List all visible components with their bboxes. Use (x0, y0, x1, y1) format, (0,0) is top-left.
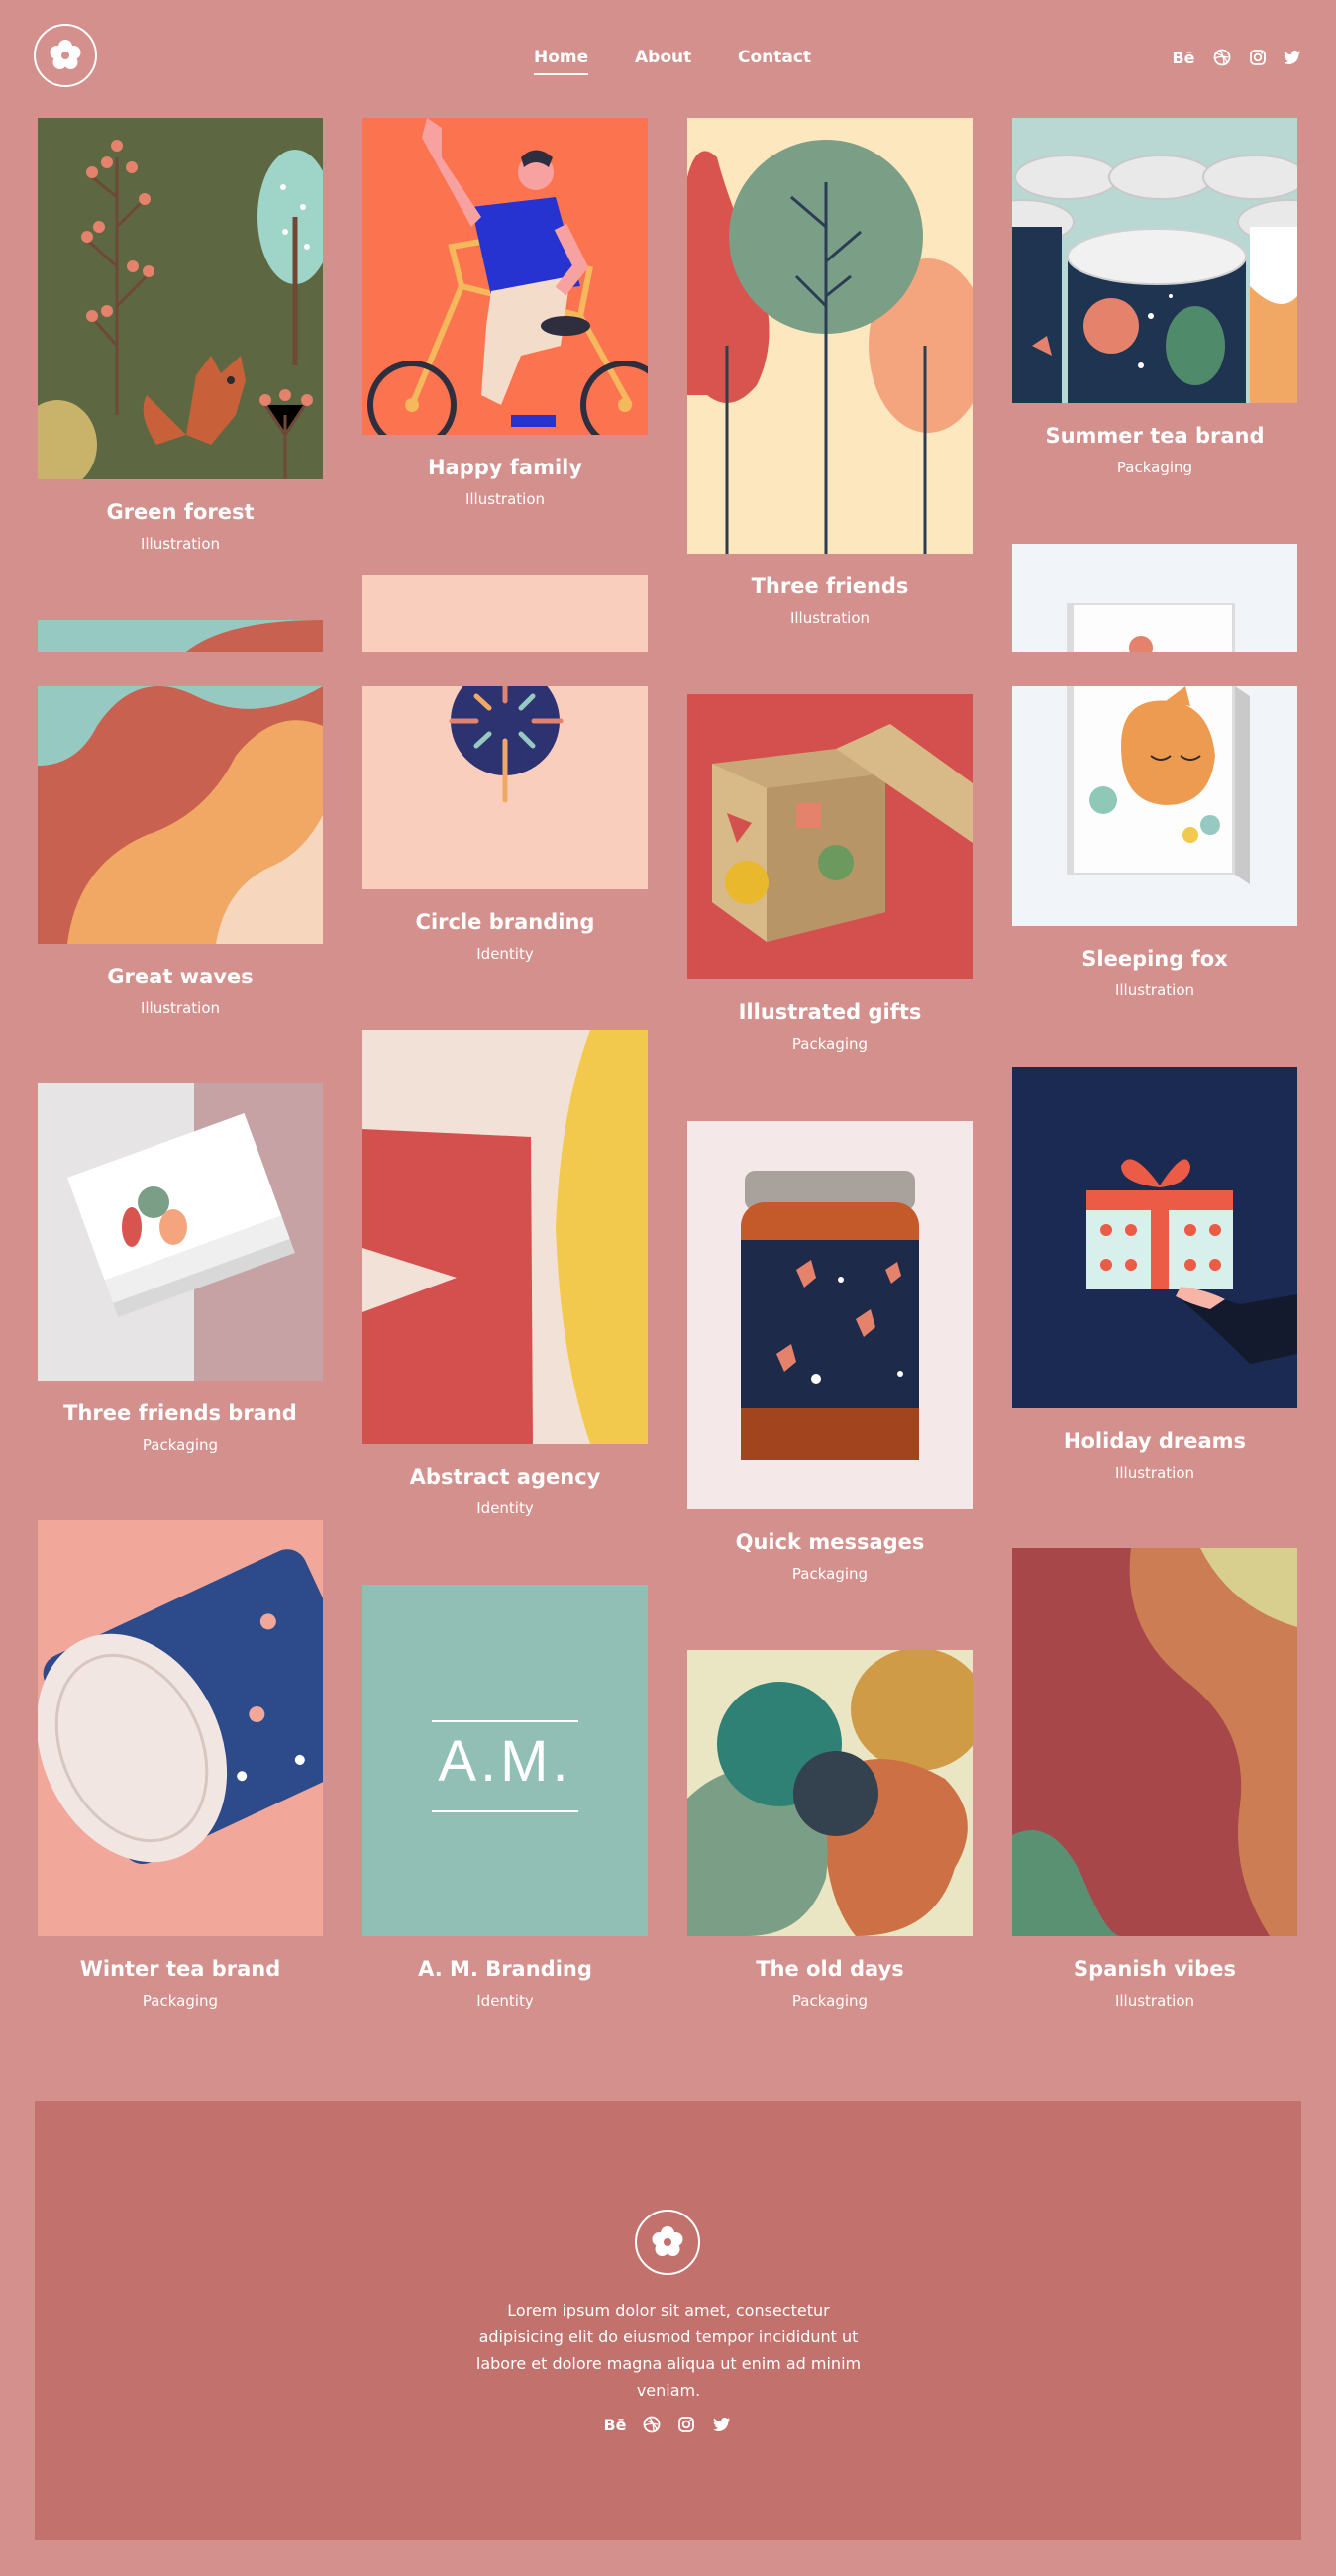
card-category: Illustration (1114, 1992, 1195, 2009)
abstract-agency-image[interactable] (362, 1030, 648, 1444)
card-category: Illustration (140, 535, 221, 553)
summer-tea-brand-image[interactable] (1012, 118, 1297, 403)
green-forest-image[interactable] (38, 118, 323, 479)
nav-about-link[interactable]: About (635, 48, 691, 67)
card-category: Illustration (1114, 981, 1195, 999)
card-title[interactable]: Summer tea brand (1012, 424, 1297, 448)
happy-family-image[interactable] (362, 118, 648, 435)
card-category: Packaging (142, 1992, 219, 2009)
card-title[interactable]: Happy family (362, 456, 648, 479)
circle-branding-image[interactable] (362, 686, 648, 889)
winter-tea-brand-image[interactable] (38, 1520, 323, 1936)
card-title[interactable]: Illustrated gifts (687, 1000, 973, 1024)
quick-messages-image[interactable] (687, 1121, 973, 1509)
card-title[interactable]: Holiday dreams (1012, 1429, 1297, 1453)
card-category: Illustration (140, 999, 221, 1017)
card-title[interactable]: Circle branding (362, 910, 648, 934)
card-category: Packaging (791, 1992, 869, 2009)
footer-twitter-icon[interactable] (710, 2413, 734, 2436)
card-title[interactable]: Quick messages (687, 1530, 973, 1554)
nav-contact-link[interactable]: Contact (738, 48, 811, 67)
footer-description: Lorem ipsum dolor sit amet, consectetur … (475, 2301, 862, 2400)
three-friends-brand-image[interactable] (38, 1083, 323, 1381)
card-category: Packaging (791, 1035, 869, 1053)
card-category: Illustration (464, 490, 546, 508)
instagram-icon[interactable] (1246, 46, 1270, 69)
twitter-icon[interactable] (1281, 46, 1304, 69)
sleeping-fox-image-top[interactable] (1012, 544, 1297, 652)
great-waves-image[interactable] (38, 686, 323, 944)
holiday-dreams-image[interactable] (1012, 1067, 1297, 1408)
nav-home-link[interactable]: Home (534, 48, 589, 75)
card-category: Identity (476, 1499, 534, 1517)
card-title[interactable]: The old days (687, 1957, 973, 1981)
am-branding-image[interactable]: A.M. (362, 1585, 648, 1936)
three-friends-image[interactable] (687, 118, 973, 554)
card-title[interactable]: Sleeping fox (1012, 947, 1297, 971)
card-title[interactable]: Three friends (687, 574, 973, 598)
am-logo-text: A.M. (438, 1729, 572, 1794)
footer-behance-icon[interactable]: Bē (603, 2413, 627, 2436)
circle-branding-image-top[interactable] (362, 575, 648, 652)
card-title[interactable]: A. M. Branding (362, 1957, 648, 1981)
am-bottom-rule (432, 1810, 578, 1812)
card-title[interactable]: Abstract agency (362, 1465, 648, 1489)
illustrated-gifts-image[interactable] (687, 694, 973, 979)
behance-icon[interactable]: Bē (1172, 46, 1195, 69)
dribbble-icon[interactable] (1210, 46, 1234, 69)
sleeping-fox-image[interactable] (1012, 686, 1297, 926)
card-title[interactable]: Great waves (38, 965, 323, 988)
card-title[interactable]: Winter tea brand (38, 1957, 323, 1981)
site-header: Home About Contact Bē (0, 0, 1336, 117)
site-footer: Lorem ipsum dolor sit amet, consectetur … (35, 2101, 1301, 2540)
card-title[interactable]: Three friends brand (38, 1401, 323, 1425)
footer-instagram-icon[interactable] (674, 2413, 698, 2436)
card-category: Illustration (1114, 1464, 1195, 1482)
the-old-days-image[interactable] (687, 1650, 973, 1936)
footer-dribbble-icon[interactable] (640, 2413, 664, 2436)
card-title[interactable]: Green forest (38, 500, 323, 524)
card-category: Packaging (791, 1565, 869, 1583)
flower-logo-icon[interactable] (34, 24, 97, 87)
am-top-rule (432, 1720, 578, 1722)
card-category: Packaging (1116, 459, 1193, 476)
card-category: Packaging (142, 1436, 219, 1454)
card-title[interactable]: Spanish vibes (1012, 1957, 1297, 1981)
footer-flower-logo-icon[interactable] (635, 2210, 700, 2275)
card-category: Identity (476, 945, 534, 963)
card-category: Illustration (789, 609, 871, 627)
spanish-vibes-image[interactable] (1012, 1548, 1297, 1936)
great-waves-image-top[interactable] (38, 620, 323, 652)
card-category: Identity (476, 1992, 534, 2009)
